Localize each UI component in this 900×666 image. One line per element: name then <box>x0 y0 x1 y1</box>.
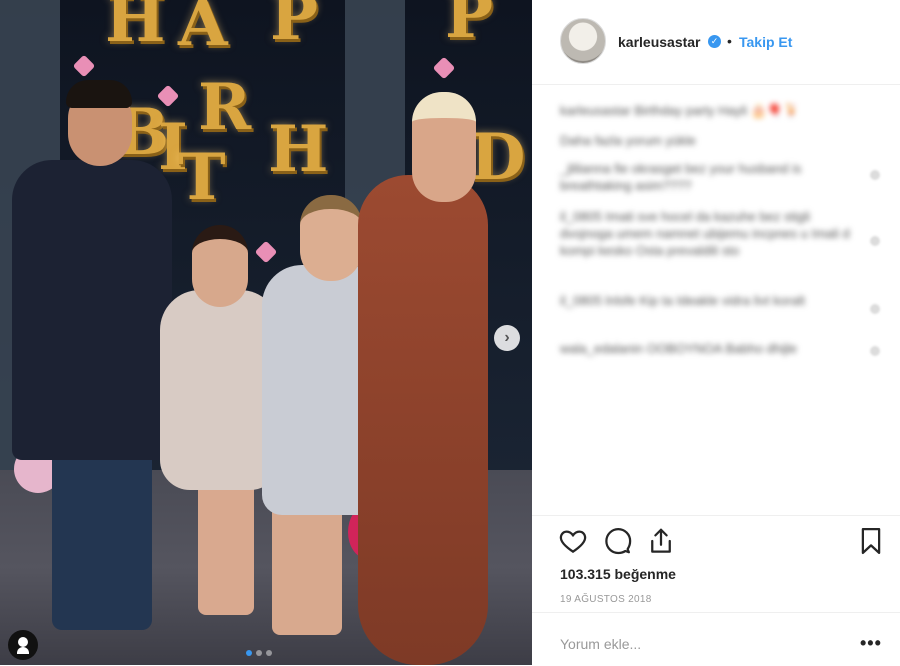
post-header: karleusastar ✓ • Takip Et <box>532 0 900 85</box>
girl-left-legs <box>198 480 254 615</box>
balloon-letter: A <box>178 0 228 61</box>
post-caption: karleusastar Birthday party Hayli 🎂🎈🍹 <box>560 103 800 118</box>
tagged-user-icon[interactable] <box>8 630 38 660</box>
balloon-letter: H <box>268 112 329 187</box>
follow-button[interactable]: Takip Et <box>739 34 792 50</box>
verified-badge-icon: ✓ <box>708 35 721 48</box>
username-link[interactable]: karleusastar <box>618 34 701 50</box>
chevron-right-icon[interactable]: › <box>494 325 520 351</box>
post-sidebar: karleusastar ✓ • Takip Et karleusastar B… <box>532 0 900 665</box>
comment-item: _jlilianna fie okrasget bez your husband… <box>560 161 802 193</box>
heart-icon[interactable] <box>558 526 588 556</box>
girl-right-head <box>300 195 362 281</box>
balloon-letter: T <box>178 140 226 215</box>
comment-item: wala_edalanin OOBOYNOA Babho dhijle <box>560 341 798 356</box>
carousel-dots <box>246 650 272 656</box>
comment-input[interactable] <box>558 635 832 653</box>
comment-item: il_0805 Imati sve hocel da kazuhe bez st… <box>560 209 850 258</box>
bookmark-icon[interactable] <box>856 526 886 556</box>
profile-avatar[interactable] <box>560 18 606 64</box>
like-count[interactable]: 103.315 beğenme <box>560 566 676 582</box>
action-bar <box>532 515 900 562</box>
balloon-letter: P <box>445 0 494 53</box>
share-icon[interactable] <box>646 526 676 556</box>
load-more-comments[interactable]: Daha fazla yorum yükle <box>560 132 860 149</box>
comment-like-icon[interactable] <box>870 170 880 180</box>
comment-icon[interactable] <box>602 526 632 556</box>
comment-like-icon[interactable] <box>870 236 880 246</box>
woman-figure <box>358 175 488 665</box>
post-date[interactable]: 19 AĞUSTOS 2018 <box>560 594 652 605</box>
girl-right-legs <box>272 505 342 635</box>
carousel-dot[interactable] <box>246 650 252 656</box>
girl-left-head <box>192 225 248 307</box>
man-figure <box>12 160 172 460</box>
woman-head <box>412 92 476 202</box>
post-photo[interactable]: H A P P B I R T H D › <box>0 0 532 665</box>
carousel-dot[interactable] <box>266 650 272 656</box>
man-hair <box>66 80 132 108</box>
comment-like-icon[interactable] <box>870 304 880 314</box>
comments-section: karleusastar Birthday party Hayli 🎂🎈🍹 Da… <box>532 84 900 514</box>
more-options-icon[interactable]: ••• <box>860 633 882 654</box>
balloon-letter: D <box>470 120 526 195</box>
comment-item: il_0805 lnlsfe Kip ta Ideakle vidra livt… <box>560 293 805 308</box>
separator-dot: • <box>727 33 732 49</box>
comment-like-icon[interactable] <box>870 346 880 356</box>
balloon-letter: H <box>105 0 166 57</box>
balloon-letter: R <box>198 70 252 145</box>
comment-composer: ••• <box>532 612 900 666</box>
balloon-letter: P <box>270 0 319 55</box>
instagram-post: H A P P B I R T H D › karleusastar ✓ • T… <box>0 0 900 665</box>
carousel-dot[interactable] <box>256 650 262 656</box>
